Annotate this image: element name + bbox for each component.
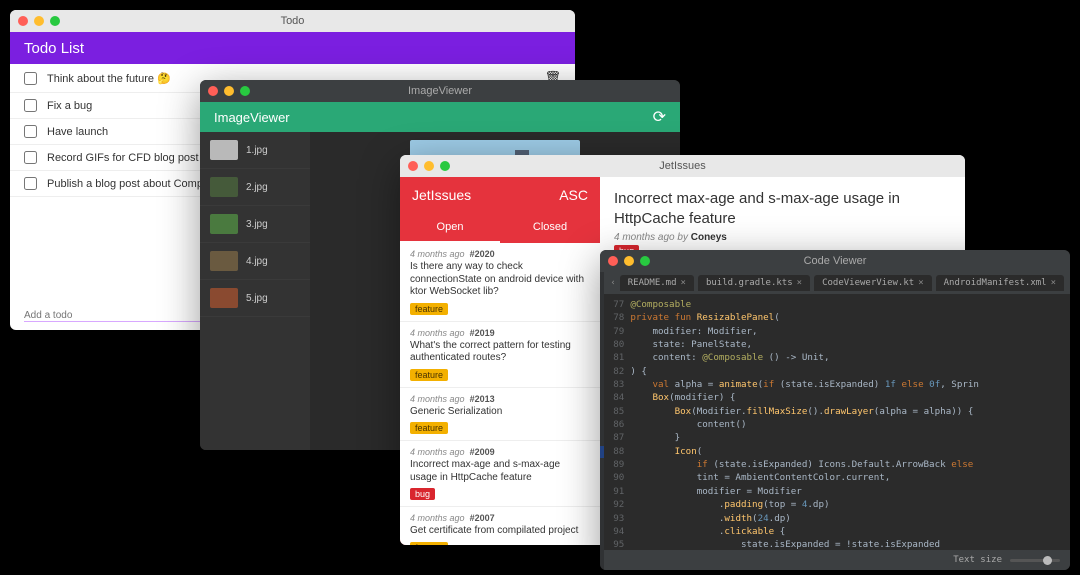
maximize-icon[interactable] xyxy=(50,16,60,26)
thumbnail-list[interactable]: 1.jpg 2.jpg 3.jpg 4.jpg 5.jpg xyxy=(200,132,310,450)
window-title: ImageViewer xyxy=(200,85,680,97)
maximize-icon[interactable] xyxy=(640,256,650,266)
sort-toggle[interactable]: ASC xyxy=(559,187,588,203)
window-title: Code Viewer xyxy=(600,255,1070,267)
thumbnail-image xyxy=(210,140,238,160)
todo-checkbox[interactable] xyxy=(24,72,37,85)
app-brand-label: JetIssues xyxy=(412,187,471,203)
close-tab-icon[interactable]: × xyxy=(918,278,923,288)
issue-list-item[interactable]: 4 months ago #2020Is there any way to ch… xyxy=(400,243,600,322)
text-size-label: Text size xyxy=(953,555,1002,565)
editor-tab[interactable]: build.gradle.kts × xyxy=(698,275,810,291)
close-icon[interactable] xyxy=(208,86,218,96)
traffic-lights[interactable] xyxy=(208,86,250,96)
issue-list-item[interactable]: 4 months ago #2009Incorrect max-age and … xyxy=(400,441,600,507)
todo-header: Todo List xyxy=(10,32,575,64)
editor-tab-label: build.gradle.kts xyxy=(706,278,793,288)
thumbnail-label: 1.jpg xyxy=(246,145,268,156)
tab-open[interactable]: Open xyxy=(400,213,500,243)
minimize-icon[interactable] xyxy=(34,16,44,26)
todo-header-label: Todo List xyxy=(24,40,84,57)
traffic-lights[interactable] xyxy=(18,16,60,26)
tab-prev-icon[interactable]: ‹ xyxy=(610,278,615,288)
window-title: Todo xyxy=(10,15,575,27)
issue-list-item[interactable]: 4 months ago #2013Generic Serializationf… xyxy=(400,388,600,442)
issue-badge: feature xyxy=(410,303,448,315)
traffic-lights[interactable] xyxy=(408,161,450,171)
status-bar: Text size xyxy=(604,550,1070,570)
close-tab-icon[interactable]: × xyxy=(1051,278,1056,288)
code-editor[interactable]: 7778798081828384858687888990919293949596… xyxy=(604,294,1070,550)
thumbnail-label: 4.jpg xyxy=(246,256,268,267)
todo-checkbox[interactable] xyxy=(24,151,37,164)
close-icon[interactable] xyxy=(18,16,28,26)
todo-item-label: Record GIFs for CFD blog post xyxy=(47,152,199,164)
close-tab-icon[interactable]: × xyxy=(797,278,802,288)
maximize-icon[interactable] xyxy=(240,86,250,96)
imageviewer-header: ImageViewer ⟳ xyxy=(200,102,680,132)
thumbnail-image xyxy=(210,251,238,271)
todo-item-label: Fix a bug xyxy=(47,100,92,112)
issue-list-item[interactable]: 4 months ago #2007Get certificate from c… xyxy=(400,507,600,545)
thumbnail-image xyxy=(210,288,238,308)
refresh-icon[interactable]: ⟳ xyxy=(653,107,666,127)
editor-tab-label: CodeViewerView.kt xyxy=(822,278,914,288)
close-icon[interactable] xyxy=(608,256,618,266)
issue-detail-age: 4 months ago xyxy=(614,232,675,243)
thumbnail-label: 3.jpg xyxy=(246,219,268,230)
issue-detail-author: Coneys xyxy=(691,232,727,243)
maximize-icon[interactable] xyxy=(440,161,450,171)
line-gutter: 7778798081828384858687888990919293949596… xyxy=(604,294,630,550)
minimize-icon[interactable] xyxy=(424,161,434,171)
todo-item-label: Have launch xyxy=(47,126,108,138)
codeviewer-window: Code Viewer Files ›▸Movies›▸Music›▸Pictu… xyxy=(600,250,1070,570)
close-icon[interactable] xyxy=(408,161,418,171)
issue-tabs: Open Closed xyxy=(400,213,600,243)
issue-badge: feature xyxy=(410,542,448,546)
editor-tabs[interactable]: ‹ README.md×build.gradle.kts×CodeViewerV… xyxy=(604,272,1070,294)
text-size-slider[interactable] xyxy=(1010,559,1060,562)
thumbnail-label: 2.jpg xyxy=(246,182,268,193)
todo-checkbox[interactable] xyxy=(24,177,37,190)
code-lines: @Composableprivate fun ResizablePanel( m… xyxy=(630,294,1070,550)
thumbnail-item[interactable]: 1.jpg xyxy=(200,132,310,169)
todo-item-label: Think about the future 🤔 xyxy=(47,72,171,85)
issue-list-item[interactable]: 4 months ago #2019What's the correct pat… xyxy=(400,322,600,388)
thumbnail-item[interactable]: 2.jpg xyxy=(200,169,310,206)
todo-checkbox[interactable] xyxy=(24,125,37,138)
imageviewer-header-label: ImageViewer xyxy=(214,110,290,125)
thumbnail-image xyxy=(210,177,238,197)
close-tab-icon[interactable]: × xyxy=(681,278,686,288)
todo-titlebar[interactable]: Todo xyxy=(10,10,575,32)
thumbnail-item[interactable]: 3.jpg xyxy=(200,206,310,243)
issue-detail-title: Incorrect max-age and s-max-age usage in… xyxy=(614,189,951,228)
editor-tab[interactable]: AndroidManifest.xml × xyxy=(936,275,1064,291)
editor-tab[interactable]: CodeViewerView.kt × xyxy=(814,275,932,291)
codeviewer-titlebar[interactable]: Code Viewer xyxy=(600,250,1070,272)
issues-sidebar: JetIssues ASC Open Closed 4 months ago #… xyxy=(400,177,600,545)
issue-badge: bug xyxy=(410,488,435,500)
window-title: JetIssues xyxy=(400,160,965,172)
imageviewer-titlebar[interactable]: ImageViewer xyxy=(200,80,680,102)
todo-checkbox[interactable] xyxy=(24,99,37,112)
by-label: by xyxy=(677,232,688,243)
issue-badge: feature xyxy=(410,369,448,381)
thumbnail-label: 5.jpg xyxy=(246,293,268,304)
issue-badge: feature xyxy=(410,422,448,434)
thumbnail-item[interactable]: 4.jpg xyxy=(200,243,310,280)
editor-tab-label: README.md xyxy=(628,278,677,288)
jetissues-titlebar[interactable]: JetIssues xyxy=(400,155,965,177)
minimize-icon[interactable] xyxy=(624,256,634,266)
tab-closed[interactable]: Closed xyxy=(500,213,600,243)
traffic-lights[interactable] xyxy=(608,256,650,266)
editor-tab-label: AndroidManifest.xml xyxy=(944,278,1047,288)
editor-tab[interactable]: README.md × xyxy=(620,275,694,291)
minimize-icon[interactable] xyxy=(224,86,234,96)
thumbnail-image xyxy=(210,214,238,234)
issue-list[interactable]: 4 months ago #2020Is there any way to ch… xyxy=(400,243,600,545)
thumbnail-item[interactable]: 5.jpg xyxy=(200,280,310,317)
